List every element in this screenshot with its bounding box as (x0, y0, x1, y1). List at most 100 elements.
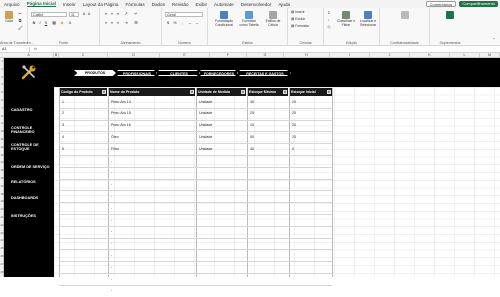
table-header-cell[interactable]: Nome do Produto▾ (108, 88, 195, 96)
font-color-icon[interactable]: A (68, 21, 72, 25)
find-select-button[interactable]: Localizar e Selecionar (357, 11, 379, 28)
table-cell[interactable]: - (111, 159, 112, 163)
cut-icon[interactable]: ✂ (18, 12, 22, 16)
menu-item-0[interactable]: Arquivo (4, 2, 20, 7)
fx-icon[interactable]: fx (34, 47, 37, 51)
align-middle-icon[interactable]: ≡ (110, 12, 114, 16)
fill-color-icon[interactable]: ◆ (60, 21, 64, 25)
currency-button[interactable]: $ (166, 21, 170, 25)
borders-icon[interactable]: ▦ (52, 21, 56, 25)
table-cell[interactable]: Pneu Aro 14 (111, 100, 131, 104)
nav-tab-2[interactable]: CLIENTES (158, 70, 200, 76)
table-cell[interactable]: Óleo (111, 135, 119, 139)
align-top-icon[interactable]: ≡ (104, 12, 108, 16)
table-cell[interactable]: - (111, 277, 112, 281)
collapse-ribbon-icon[interactable]: ⌃ (492, 38, 496, 42)
format-painter-icon[interactable]: 🖌 (18, 26, 22, 30)
paste-button[interactable]: Colar (3, 11, 15, 24)
menu-item-8[interactable]: Automate (214, 2, 234, 7)
menu-item-3[interactable]: Layout da Página (83, 2, 119, 7)
filter-dropdown-icon[interactable]: ▾ (102, 90, 106, 94)
percent-button[interactable]: % (173, 21, 177, 25)
table-cell[interactable]: 3 (62, 123, 64, 127)
table-header-cell[interactable]: Estoque Inicial▾ (289, 88, 332, 96)
menu-item-9[interactable]: Desenvolvedor (241, 2, 272, 7)
align-bottom-icon[interactable]: ≡ (116, 12, 120, 16)
comments-button[interactable]: Comentários (426, 1, 457, 7)
table-cell[interactable]: 2 (62, 111, 64, 115)
table-cell[interactable]: - (111, 241, 112, 245)
table-cell[interactable]: Unidade (199, 100, 212, 104)
table-cell[interactable]: 4 (62, 135, 64, 139)
cell-styles-button[interactable]: Estilos de Célula (262, 11, 284, 28)
font-name-dropdown[interactable]: Calibri (31, 12, 67, 17)
fill-icon[interactable]: ↓ (327, 18, 331, 22)
align-right-icon[interactable]: ≡ (116, 21, 120, 25)
menu-item-2[interactable]: Inserir (63, 2, 76, 7)
decrease-decimal-icon[interactable]: → (195, 21, 199, 25)
table-cell[interactable]: 1 (62, 100, 64, 104)
increase-font-icon[interactable]: A (82, 12, 86, 16)
nav-tab-0[interactable]: PRODUTOS (74, 70, 116, 76)
sidebar-item-5[interactable]: DASHBOARDS (11, 196, 53, 200)
thousands-icon[interactable]: , (180, 21, 184, 25)
table-cell[interactable]: Unidade (199, 123, 212, 127)
bold-button[interactable]: N (32, 21, 36, 25)
sidebar-item-3[interactable]: ORDEM DE SERVIÇO (11, 165, 53, 169)
table-cell[interactable]: Filtro (111, 147, 119, 151)
orientation-icon[interactable]: ↗ (124, 12, 128, 16)
menu-item-10[interactable]: Ajuda (278, 2, 290, 7)
copy-icon[interactable]: ⧉ (18, 19, 22, 23)
decrease-font-icon[interactable]: A (87, 12, 91, 16)
menu-item-6[interactable]: Revisão (172, 2, 189, 7)
font-size-dropdown[interactable]: 11 (69, 12, 79, 17)
conditional-format-button[interactable]: Formatação Condicional (212, 11, 236, 28)
sidebar-item-2[interactable]: CONTROLE DE ESTOQUE (11, 143, 53, 151)
table-cell[interactable]: 25 (250, 111, 254, 115)
table-cell[interactable]: - (111, 182, 112, 186)
table-cell[interactable]: 0 (292, 147, 294, 151)
underline-button[interactable]: S (44, 21, 48, 25)
merge-center-icon[interactable]: ⊞ (134, 21, 138, 25)
name-box[interactable]: A1 (0, 47, 30, 52)
table-cell[interactable]: 20 (292, 135, 296, 139)
filter-dropdown-icon[interactable]: ▾ (241, 90, 245, 94)
italic-button[interactable]: I (38, 21, 42, 25)
table-cell[interactable]: - (111, 170, 112, 174)
addins-button[interactable] (442, 11, 458, 20)
table-cell[interactable]: - (111, 229, 112, 233)
align-center-icon[interactable]: ≡ (110, 21, 114, 25)
autosum-icon[interactable]: Σ (327, 11, 331, 15)
sidebar-item-4[interactable]: RELATÓRIOS (11, 180, 53, 184)
table-cell[interactable]: - (111, 206, 112, 210)
table-cell[interactable]: 20 (292, 111, 296, 115)
table-cell[interactable]: - (111, 253, 112, 257)
table-cell[interactable]: 30 (250, 100, 254, 104)
table-cell[interactable]: Pneu Aro 15 (111, 111, 131, 115)
sort-filter-button[interactable]: Classificar e Filtrar (336, 11, 356, 28)
filter-dropdown-icon[interactable]: ▾ (190, 90, 194, 94)
format-table-button[interactable]: Formatar como Tabela (238, 11, 260, 28)
table-cell[interactable]: 40 (250, 147, 254, 151)
table-cell[interactable]: - (111, 265, 112, 269)
table-cell[interactable]: 50 (250, 135, 254, 139)
clear-icon[interactable]: ◇ (327, 25, 331, 29)
table-header-cell[interactable]: Unidade de Medida▾ (196, 88, 246, 96)
delete-cells-button[interactable]: ▤ Excluir (291, 18, 305, 22)
menu-item-5[interactable]: Dados (152, 2, 165, 7)
table-cell[interactable]: Pneu Aro 16 (111, 123, 131, 127)
menu-item-4[interactable]: Fórmulas (125, 2, 144, 7)
menu-item-1[interactable]: Página Inicial (27, 1, 56, 7)
format-cells-button[interactable]: ▤ Formatar (291, 25, 309, 29)
table-cell[interactable]: 10 (250, 123, 254, 127)
table-cell[interactable]: - (111, 194, 112, 198)
table-cell[interactable]: 20 (292, 100, 296, 104)
menu-item-7[interactable]: Exibir (196, 2, 208, 7)
number-format-dropdown[interactable]: Geral (165, 12, 203, 17)
table-cell[interactable]: - (111, 288, 112, 292)
nav-tab-1[interactable]: PROFISSIONAIS (117, 70, 157, 76)
table-cell[interactable]: Unidade (199, 147, 212, 151)
nav-tab-3[interactable]: FORNECEDORES (200, 70, 238, 76)
table-header-cell[interactable]: Estoque Mínimo▾ (247, 88, 288, 96)
sidebar-item-1[interactable]: CONTROLE FINANCEIRO (11, 126, 53, 134)
